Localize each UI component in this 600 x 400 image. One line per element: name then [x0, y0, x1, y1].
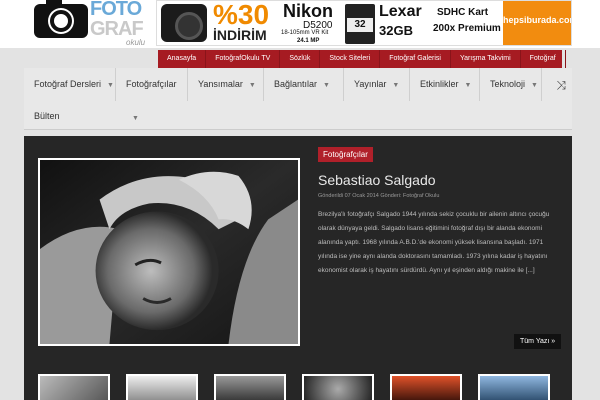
top-red-nav: Anasayfa FotoğrafOkulu TV Sözlük Stock S…: [158, 50, 566, 68]
thumbnail-3[interactable]: [214, 374, 286, 400]
ad-card-speed: 200x Premium: [433, 23, 501, 34]
menu-item-label: Etkinlikler: [420, 79, 459, 89]
featured-photo[interactable]: [38, 158, 300, 346]
post-title[interactable]: Sebastiao Salgado: [318, 172, 436, 188]
ad-mp: 24.1 MP: [297, 38, 320, 44]
rednav-item-contests[interactable]: Yarışma Takvimi: [451, 50, 521, 68]
site-header: FOTO GRAF okulu %30 İNDİRİM 32 Lexar 32G…: [0, 0, 600, 48]
menu-item-reflections[interactable]: Yansımalar ▼: [188, 68, 264, 101]
menu-item-label: Yansımalar: [198, 79, 243, 89]
menu-item-publications[interactable]: Yayınlar ▼: [344, 68, 410, 101]
post-meta: Gönderildi 07 Ocak 2014 Gönderi: Fotoğra…: [318, 193, 440, 199]
menu-item-label: Teknoloji: [490, 79, 526, 89]
chevron-down-icon: ▼: [531, 82, 538, 89]
ad-discount: İNDİRİM: [213, 27, 267, 43]
menu-item-label: Fotoğraf Dersleri: [34, 79, 102, 89]
thumbnail-2[interactable]: [126, 374, 198, 400]
rednav-item-photo[interactable]: Fotoğraf: [521, 50, 566, 68]
thumbnail-4[interactable]: [302, 374, 374, 400]
menu-item-label: Fotoğrafçılar: [126, 79, 177, 89]
thumbnail-1[interactable]: [38, 374, 110, 400]
menu-item-newsletter[interactable]: Bülten: [34, 102, 60, 130]
chevron-down-icon: ▼: [323, 82, 330, 89]
logo-sub: okulu: [126, 38, 146, 47]
rednav-item-gallery[interactable]: Fotoğraf Galerisi: [380, 50, 451, 68]
camera-logo-icon: [34, 0, 88, 38]
ad-lens: 18-105mm VR Kit: [281, 30, 329, 36]
rednav-item-tv[interactable]: FotoğrafOkulu TV: [206, 50, 281, 68]
main-menu: Fotoğraf Dersleri ▼ Fotoğrafçılar ▼ Yansım…: [24, 68, 572, 130]
menu-item-label: Bağlantılar: [274, 79, 318, 89]
chevron-down-icon: ▼: [107, 82, 114, 89]
ad-brand: Nikon: [283, 1, 334, 21]
rednav-item-home[interactable]: Anasayfa: [158, 50, 207, 68]
category-badge[interactable]: Fotoğrafçılar: [318, 147, 373, 162]
chevron-down-icon: ▼: [248, 82, 256, 89]
rednav-item-dictionary[interactable]: Sözlük: [280, 50, 321, 68]
ad-card-type: SDHC Kart: [437, 7, 489, 18]
read-more-button[interactable]: Tüm Yazı »: [514, 334, 562, 349]
ad-card-size: 32GB: [379, 23, 413, 38]
menu-item-technology[interactable]: Teknoloji ▼: [480, 68, 542, 101]
chevron-down-icon: ▼: [392, 82, 400, 89]
banner-ad[interactable]: %30 İNDİRİM 32 Lexar 32GB Nikon D5200 18…: [156, 0, 572, 46]
shuffle-icon[interactable]: ⤨: [556, 78, 566, 93]
ad-card-brand: Lexar: [379, 3, 422, 20]
featured-post: Fotoğrafçılar Sebastiao Salgado Gönderil…: [24, 136, 572, 362]
portrait-image: [40, 160, 298, 344]
thumbnail-6[interactable]: [478, 374, 550, 400]
sd-card-icon: 32: [345, 4, 375, 44]
menu-item-links[interactable]: Bağlantılar ▼: [264, 68, 344, 101]
menu-item-photographers[interactable]: Fotoğrafçılar ▼: [116, 68, 188, 122]
menu-item-events[interactable]: Etkinlikler ▼: [410, 68, 480, 101]
chevron-down-icon: ▼: [464, 82, 472, 89]
chevron-down-icon: ▼: [132, 115, 139, 122]
logo-word-top: FOTO: [90, 0, 142, 20]
thumbnail-5[interactable]: [390, 374, 462, 400]
menu-item-lessons[interactable]: Fotoğraf Dersleri ▼: [24, 68, 116, 101]
post-excerpt: Brezilya'lı fotoğrafçı Salgado 1944 yılı…: [318, 211, 550, 274]
thumbnail-strip: [24, 362, 572, 400]
site-logo[interactable]: FOTO GRAF okulu: [34, 0, 154, 47]
ad-store: hepsiburada.com: [503, 1, 571, 45]
dslr-camera-icon: [161, 4, 207, 42]
rednav-item-stock[interactable]: Stock Siteleri: [320, 50, 381, 68]
menu-item-label: Yayınlar: [354, 79, 387, 89]
sd-card-label: 32: [347, 18, 373, 32]
